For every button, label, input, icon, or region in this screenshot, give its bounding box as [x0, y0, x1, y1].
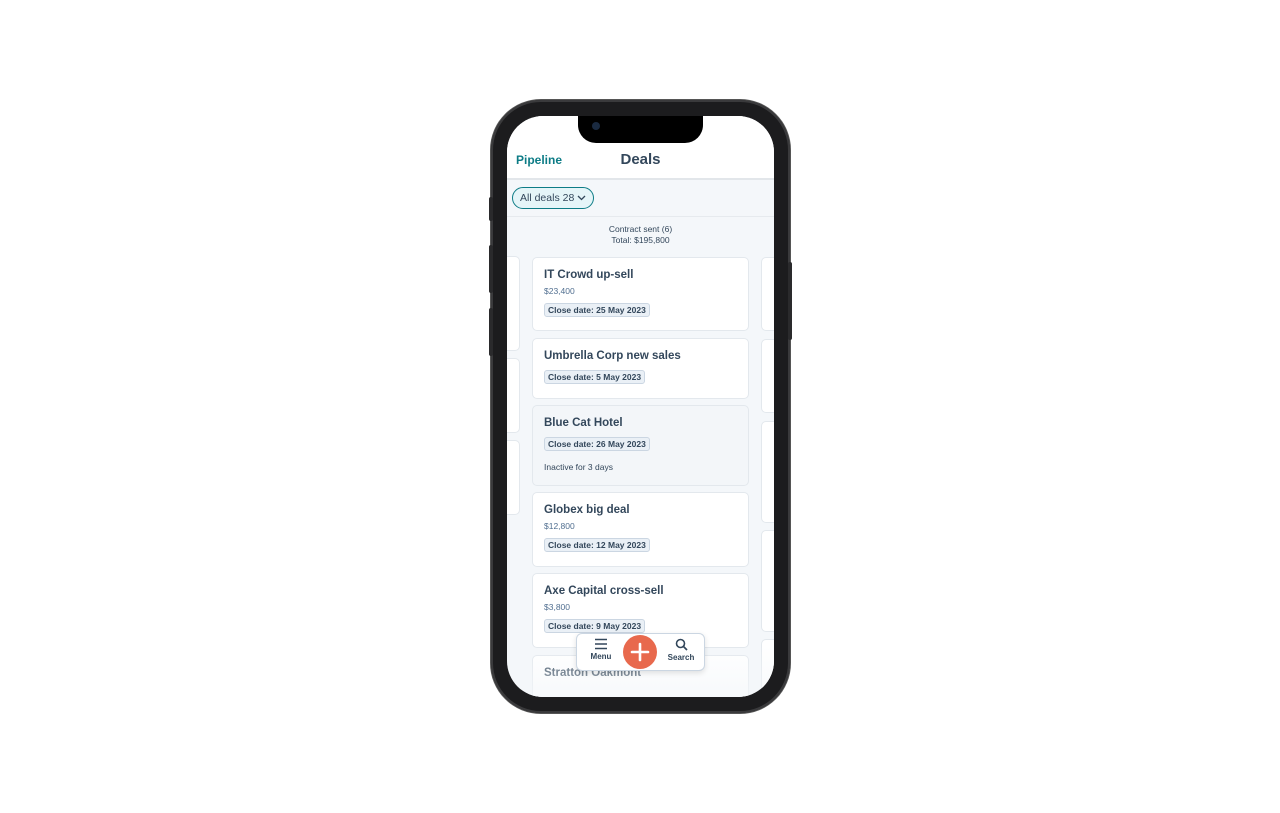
prev-column-card[interactable]: [507, 358, 520, 433]
close-date-badge: Close date: 25 May 2023: [544, 303, 650, 317]
deal-name: Blue Cat Hotel: [544, 417, 623, 429]
menu-label: Menu: [590, 652, 612, 661]
deal-card[interactable]: Globex big deal $12,800 Close date: 12 M…: [532, 492, 749, 567]
search-label: Search: [667, 653, 695, 662]
deal-name: Globex big deal: [544, 504, 630, 516]
stage-name: Contract sent (6): [608, 224, 673, 234]
deal-amount: $23,400: [544, 286, 575, 296]
deal-name: IT Crowd up-sell: [544, 269, 634, 281]
all-deals-filter[interactable]: All deals 28: [512, 187, 595, 209]
phone-button: [489, 197, 493, 221]
next-column-card[interactable]: [761, 530, 774, 632]
menu-icon: [595, 638, 607, 650]
deal-card[interactable]: Blue Cat Hotel Close date: 26 May 2023 I…: [532, 405, 749, 486]
inactive-note: Inactive for 3 days: [544, 462, 613, 472]
camera-icon: [592, 122, 600, 130]
deal-card[interactable]: Umbrella Corp new sales Close date: 5 Ma…: [532, 338, 749, 399]
stage-total: Total: $195,800: [611, 235, 670, 245]
prev-column-card[interactable]: [507, 256, 520, 351]
next-column-card[interactable]: [761, 339, 774, 413]
filter-bar: All deals 28: [507, 182, 774, 217]
search-icon: [675, 638, 688, 651]
phone-button: [489, 308, 493, 356]
deal-name: Axe Capital cross-sell: [544, 585, 664, 597]
close-date-badge: Close date: 5 May 2023: [544, 370, 646, 384]
phone-button: [489, 245, 493, 293]
chevron-down-icon: [577, 195, 586, 201]
prev-column-card[interactable]: [507, 440, 520, 515]
stage-header: Contract sent (6) Total: $195,800: [507, 224, 774, 246]
close-date-badge: Close date: 26 May 2023: [544, 437, 650, 451]
search-button[interactable]: Search: [661, 638, 701, 662]
next-column-card[interactable]: [761, 421, 774, 523]
deal-name: Umbrella Corp new sales: [544, 350, 681, 362]
filter-label: All deals 28: [520, 192, 575, 204]
close-date-badge: Close date: 9 May 2023: [544, 619, 646, 633]
notch: [578, 116, 703, 143]
app-screen: Pipeline Deals All deals 28 Contract sen…: [507, 116, 774, 697]
close-date-badge: Close date: 12 May 2023: [544, 538, 650, 552]
page-title: Deals: [620, 151, 661, 168]
deal-amount: $12,800: [544, 521, 575, 531]
deal-amount: $3,800: [544, 602, 570, 612]
phone-button: [788, 262, 792, 340]
deal-card[interactable]: IT Crowd up-sell $23,400 Close date: 25 …: [532, 257, 749, 331]
plus-icon: [630, 642, 650, 662]
add-button[interactable]: [623, 635, 657, 669]
menu-button[interactable]: Menu: [581, 638, 621, 661]
next-column-card[interactable]: [761, 257, 774, 331]
